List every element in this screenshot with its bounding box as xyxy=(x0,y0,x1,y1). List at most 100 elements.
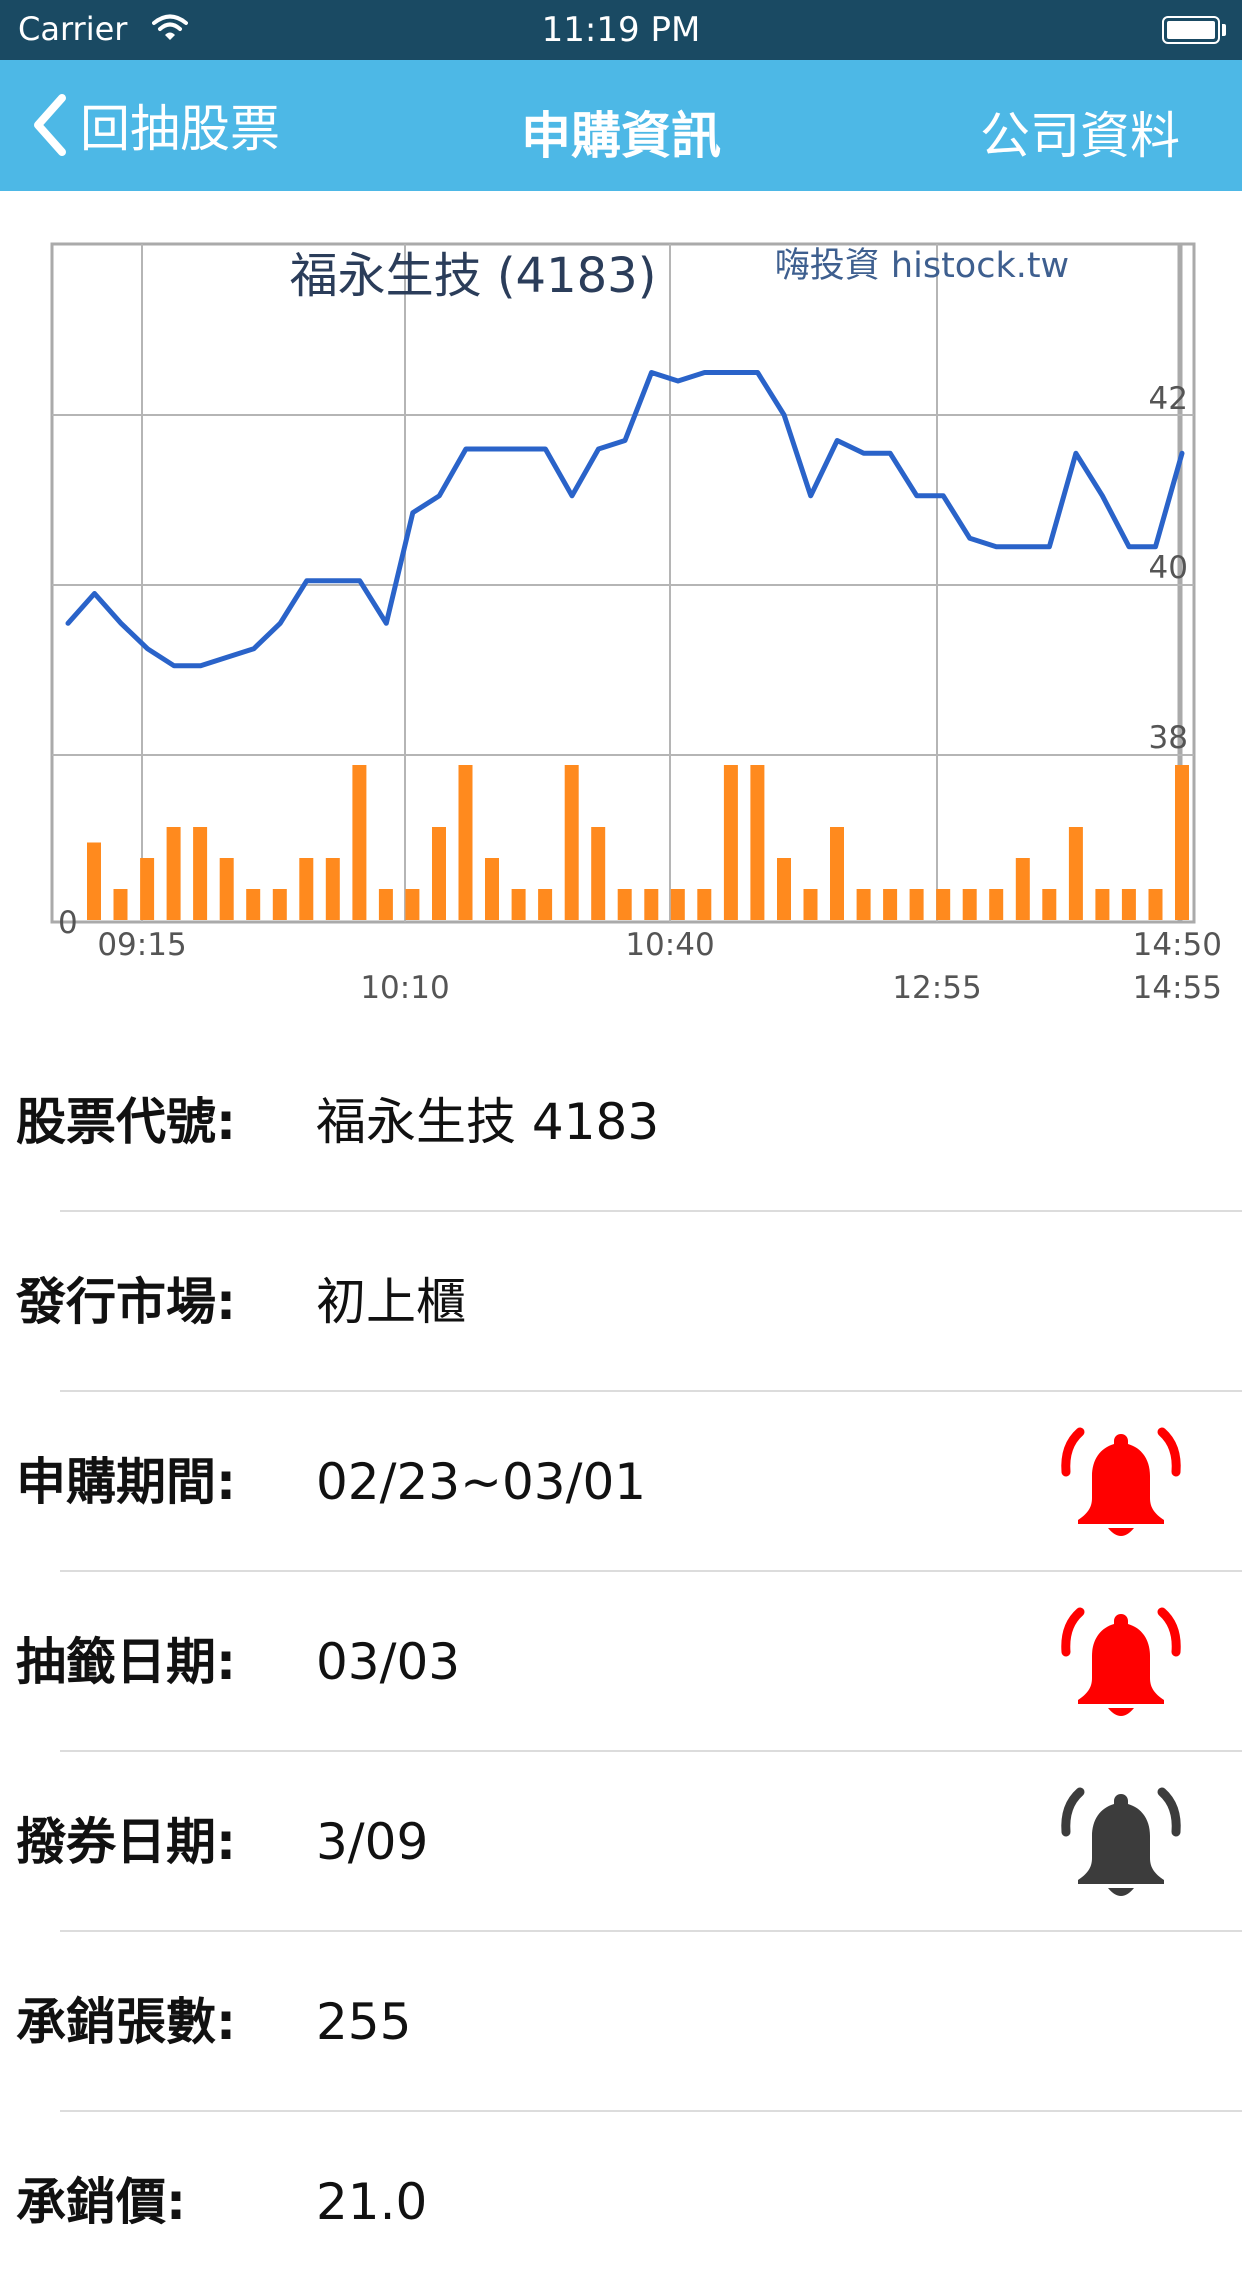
x-tick-label: 10:10 xyxy=(360,970,449,1006)
lottery-date-value: 03/03 xyxy=(316,1633,461,1691)
volume-bar xyxy=(803,889,818,920)
info-row-subscription-period: 申購期間: 02/23~03/01 xyxy=(0,1392,1242,1572)
bell-body xyxy=(1078,1434,1164,1524)
volume-bar xyxy=(723,765,738,920)
status-time: 11:19 PM xyxy=(541,10,701,50)
volume-bar xyxy=(1175,765,1189,920)
subscription-period-label: 申購期間: xyxy=(16,1453,236,1511)
volume-bar xyxy=(538,889,553,920)
y-tick-label: 42 xyxy=(1149,381,1188,417)
price-line xyxy=(65,370,1185,669)
underwriting-price-label: 承銷價: xyxy=(16,2173,186,2231)
volume-bar xyxy=(458,765,473,920)
x-tick-label: 09:15 xyxy=(97,927,186,963)
volume-bar xyxy=(140,858,155,920)
volume-bar xyxy=(299,858,314,920)
volume-bar xyxy=(644,889,659,920)
bell-icon[interactable] xyxy=(1058,1604,1184,1724)
volume-bar xyxy=(485,858,499,920)
y-tick-label: 40 xyxy=(1149,550,1188,586)
volume-bar xyxy=(883,889,898,920)
stock-code-label: 股票代號: xyxy=(16,1093,236,1151)
volume-bar xyxy=(697,889,712,920)
volume-bar xyxy=(617,889,632,920)
volume-bar xyxy=(830,827,844,920)
bell-wave-left xyxy=(1061,1787,1085,1837)
x-tick-label: 14:55 xyxy=(1133,970,1222,1006)
battery-tip xyxy=(1222,24,1226,36)
volume-bar xyxy=(777,858,791,920)
bell-wave-right xyxy=(1157,1427,1181,1477)
battery-icon xyxy=(1162,16,1220,44)
info-row-underwriting-shares: 承銷張數: 255 xyxy=(0,1932,1242,2112)
chart-title: 福永生技 (4183) xyxy=(290,248,657,304)
volume-bar xyxy=(936,889,951,920)
volume-bar xyxy=(670,889,685,920)
bell-clapper xyxy=(1108,1708,1134,1716)
subscription-period-value: 02/23~03/01 xyxy=(316,1453,647,1511)
x-tick-label: 14:50 xyxy=(1133,927,1222,963)
volume-bar xyxy=(405,889,420,920)
volume-bar xyxy=(511,889,526,920)
info-row-lottery-date: 抽籤日期: 03/03 xyxy=(0,1572,1242,1752)
info-row-allotment-date: 撥券日期: 3/09 xyxy=(0,1752,1242,1932)
x-tick-label: 12:55 xyxy=(892,970,981,1006)
volume-bar xyxy=(962,889,977,920)
volume-bar xyxy=(87,842,101,920)
volume-bar xyxy=(909,889,924,920)
underwriting-shares-value: 255 xyxy=(316,1993,412,2051)
volume-bar xyxy=(272,889,287,920)
market-label: 發行市場: xyxy=(16,1273,236,1331)
volume-bar xyxy=(1148,889,1163,920)
chart-grid xyxy=(50,242,1196,924)
volume-bars xyxy=(87,765,1189,920)
bell-wave-right xyxy=(1157,1787,1181,1837)
volume-bar xyxy=(352,765,367,920)
volume-bar xyxy=(113,889,128,920)
allotment-date-label: 撥券日期: xyxy=(16,1813,236,1871)
volume-bar xyxy=(193,827,208,920)
stock-code-value: 福永生技 4183 xyxy=(316,1093,660,1151)
bell-clapper xyxy=(1108,1528,1134,1536)
chart-frame xyxy=(50,242,1196,924)
volume-bar xyxy=(750,765,765,920)
bell-wave-left xyxy=(1061,1427,1085,1477)
volume-bar xyxy=(856,889,871,920)
underwriting-shares-label: 承銷張數: xyxy=(16,1993,236,2051)
info-row-market: 發行市場: 初上櫃 xyxy=(0,1212,1242,1392)
bell-clapper xyxy=(1108,1888,1134,1896)
bell-wave-right xyxy=(1157,1607,1181,1657)
volume-bar xyxy=(1095,889,1110,920)
y-tick-label: 38 xyxy=(1149,720,1188,756)
volume-bar xyxy=(1015,858,1030,920)
lottery-date-label: 抽籤日期: xyxy=(16,1633,236,1691)
bell-body xyxy=(1078,1614,1164,1704)
volume-bar xyxy=(432,827,446,920)
volume-bar xyxy=(166,827,181,920)
bell-icon[interactable] xyxy=(1058,1424,1184,1544)
volume-bar xyxy=(591,827,606,920)
volume-bar xyxy=(1121,889,1136,920)
underwriting-price-value: 21.0 xyxy=(316,2173,428,2231)
allotment-date-value: 3/09 xyxy=(316,1813,429,1871)
bell-icon[interactable] xyxy=(1058,1784,1184,1904)
volume-bar xyxy=(246,889,261,920)
bell-body xyxy=(1078,1794,1164,1884)
volume-bar xyxy=(989,889,1004,920)
volume-zero-label: 0 xyxy=(58,905,78,941)
status-bar: Carrier 11:19 PM xyxy=(0,0,1242,60)
chart-watermark: 嗨投資 histock.tw xyxy=(775,246,1069,286)
volume-bar xyxy=(564,765,579,920)
market-value: 初上櫃 xyxy=(316,1273,466,1331)
info-row-stock-code: 股票代號: 福永生技 4183 xyxy=(0,1032,1242,1212)
volume-bar xyxy=(1042,889,1057,920)
volume-bar xyxy=(378,889,393,920)
company-info-button[interactable]: 公司資料 xyxy=(980,96,1180,168)
volume-bar xyxy=(219,858,234,920)
navigation-bar: 回抽股票 申購資訊 公司資料 xyxy=(0,60,1242,191)
volume-bar xyxy=(1068,827,1083,920)
volume-bar xyxy=(325,858,340,920)
x-tick-label: 10:40 xyxy=(625,927,714,963)
info-row-underwriting-price: 承銷價: 21.0 xyxy=(0,2112,1242,2292)
stock-chart: 福永生技 (4183) 嗨投資 histock.tw 42 40 38 0 09… xyxy=(50,242,1222,1006)
